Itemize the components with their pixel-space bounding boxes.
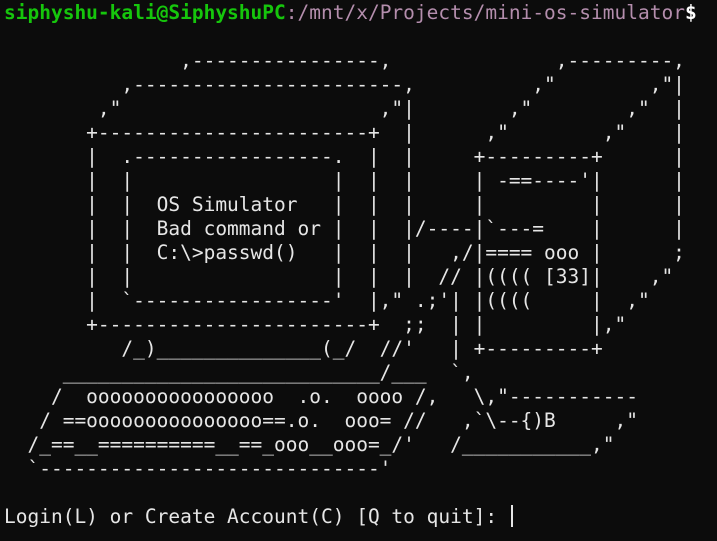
prompt-symbol: $ xyxy=(684,1,697,24)
login-input-line[interactable]: Login(L) or Create Account(C) [Q to quit… xyxy=(4,505,513,529)
text-cursor xyxy=(510,505,513,527)
prompt-user-host: siphyshu-kali@SiphyshuPC xyxy=(4,1,286,24)
ascii-computer-art: ,----------------, ,---------, ,--------… xyxy=(27,49,685,480)
login-prompt-text: Login(L) or Create Account(C) [Q to quit… xyxy=(4,505,509,528)
prompt-separator: : xyxy=(285,1,298,24)
terminal-window[interactable]: siphyshu-kali@SiphyshuPC:/mnt/x/Projects… xyxy=(0,0,717,541)
prompt-path: /mnt/x/Projects/mini-os-simulator xyxy=(297,1,685,24)
shell-prompt: siphyshu-kali@SiphyshuPC:/mnt/x/Projects… xyxy=(4,1,697,25)
